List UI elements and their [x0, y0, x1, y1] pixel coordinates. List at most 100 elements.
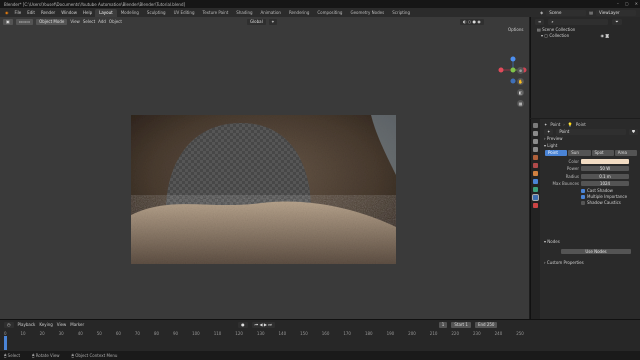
shading-modes[interactable]: ◐ ○ ● ◉ [459, 18, 484, 25]
maximize-button[interactable]: ▢ [625, 1, 629, 6]
tab-scripting[interactable]: Scripting [388, 9, 414, 17]
frame-ruler[interactable]: 0 10 20 30 40 50 60 70 80 90 100 110 120 130 140 150 160… [4, 331, 524, 336]
collapse-arrow-icon[interactable]: › [544, 260, 546, 265]
world-tab-icon[interactable] [533, 163, 538, 168]
light-type-sun[interactable]: Sun [568, 150, 591, 156]
tab-texture-paint[interactable]: Texture Paint [198, 9, 232, 17]
camera-view-icon[interactable]: ◧ [517, 89, 524, 96]
properties-panel: ✦ Point › 💡 Point ✦ Point ⛊ › Preview ▾ … [530, 119, 640, 319]
playback-controls[interactable]: ⏮ ◀ ▶ ⏭ [251, 321, 275, 328]
power-field[interactable]: 50 W [581, 166, 629, 171]
transform-orientation[interactable]: Global [246, 18, 266, 25]
perspective-grid-icon[interactable]: ▦ [517, 100, 524, 107]
checkbox-checked-icon[interactable] [581, 189, 585, 193]
add-menu[interactable]: Add [98, 19, 106, 24]
light-data-tab-icon[interactable] [532, 194, 539, 201]
light-type-area[interactable]: Area [614, 150, 637, 156]
3d-viewport[interactable]: ▣ ▭▭▭ Object Mode View Select Add Object… [0, 17, 529, 319]
checkbox-unchecked-icon[interactable] [581, 201, 585, 205]
tab-shading[interactable]: Shading [232, 9, 256, 17]
tool-tab-icon[interactable] [533, 123, 538, 128]
texture-tab-icon[interactable] [533, 203, 538, 208]
light-icon: ✦ [544, 121, 548, 127]
end-frame-field[interactable]: End 250 [474, 321, 498, 328]
physics-tab-icon[interactable] [533, 179, 538, 184]
blender-logo-icon[interactable]: ◉ [2, 8, 12, 17]
collection-row[interactable]: ▾ ▢ Collection ◉ ◙ [541, 33, 609, 39]
custom-properties-section[interactable]: › Custom Properties [544, 260, 584, 266]
tab-modeling[interactable]: Modeling [117, 9, 143, 17]
view-menu[interactable]: View [70, 19, 80, 24]
visibility-eye-icon[interactable]: ◉ [600, 33, 604, 38]
outliner-editor-icon[interactable]: ≡ [535, 19, 545, 25]
current-frame-field[interactable]: 1 [438, 321, 448, 328]
tab-sculpting[interactable]: Sculpting [143, 9, 170, 17]
expand-arrow-icon[interactable]: ▾ [541, 33, 543, 38]
light-type-spot[interactable]: Spot [591, 150, 614, 156]
expand-arrow-icon[interactable]: ▾ [544, 239, 546, 244]
frame-tick-label: 170 [343, 331, 351, 336]
menu-render[interactable]: Render [38, 8, 58, 17]
zoom-icon[interactable]: ⊕ [517, 67, 524, 74]
mode-dropdown[interactable]: Object Mode [36, 18, 68, 25]
max-bounces-label: Max Bounces [552, 181, 579, 186]
marker-menu[interactable]: Marker [70, 322, 84, 327]
select-mode-icons[interactable]: ▭▭▭ [15, 18, 34, 25]
record-icon[interactable]: ● [238, 321, 248, 328]
object-menu[interactable]: Object [109, 19, 122, 24]
menu-help[interactable]: Help [80, 8, 95, 17]
minimize-button[interactable]: – [617, 1, 619, 6]
menu-window[interactable]: Window [58, 8, 80, 17]
max-bounces-field[interactable]: 1024 [581, 181, 629, 186]
tab-geometry-nodes[interactable]: Geometry Nodes [346, 9, 388, 17]
view-layer-tab-icon[interactable] [533, 147, 538, 152]
properties-tabs [531, 119, 540, 319]
menu-edit[interactable]: Edit [24, 8, 38, 17]
light-datablock-field[interactable]: Point [556, 128, 626, 135]
editor-type-icon[interactable]: ▣ [3, 18, 13, 25]
close-button[interactable]: ✕ [635, 1, 638, 6]
preview-section[interactable]: › Preview [544, 136, 562, 142]
pan-hand-icon[interactable]: ✋ [517, 78, 524, 85]
checkbox-checked-icon[interactable] [581, 195, 585, 199]
light-type-point[interactable]: Point [545, 150, 568, 156]
tab-rendering[interactable]: Rendering [285, 9, 313, 17]
constraints-tab-icon[interactable] [533, 187, 538, 192]
keying-menu[interactable]: Keying [39, 322, 52, 327]
light-color-swatch[interactable] [581, 159, 629, 164]
select-menu[interactable]: Select [83, 19, 95, 24]
nodes-section[interactable]: ▾ Nodes [544, 239, 560, 245]
camera-render-view [131, 115, 396, 264]
tab-animation[interactable]: Animation [257, 9, 285, 17]
radius-field[interactable]: 0.1 m [581, 174, 629, 179]
use-nodes-button[interactable]: Use Nodes [561, 249, 631, 254]
tab-uv-editing[interactable]: UV Editing [170, 9, 199, 17]
output-tab-icon[interactable] [533, 139, 538, 144]
datablock-icon[interactable]: ✦ [544, 128, 554, 135]
scene-selector[interactable]: Scene [546, 9, 587, 16]
start-frame-field[interactable]: Start 1 [451, 321, 471, 328]
frame-tick-label: 190 [386, 331, 395, 336]
view-layer-selector[interactable]: ViewLayer [596, 9, 636, 16]
playback-menu[interactable]: Playback [18, 322, 36, 327]
fake-user-icon[interactable]: ⛊ [629, 128, 638, 135]
snap-icon[interactable]: ⌖ [268, 18, 277, 25]
menu-file[interactable]: File [12, 8, 25, 17]
light-section[interactable]: ▾ Light [544, 143, 557, 149]
tab-compositing[interactable]: Compositing [313, 9, 346, 17]
collapse-arrow-icon[interactable]: › [544, 136, 546, 141]
object-tab-icon[interactable] [533, 171, 538, 176]
expand-arrow-icon[interactable]: ▾ [544, 143, 546, 148]
scene-tab-icon[interactable] [533, 155, 538, 160]
filter-icon[interactable]: ⏷ [612, 19, 622, 25]
render-tab-icon[interactable] [533, 131, 538, 136]
timeline-view-menu[interactable]: View [57, 322, 67, 327]
render-camera-icon[interactable]: ◙ [605, 33, 609, 38]
outliner-search-field[interactable]: ⌕ [548, 19, 609, 25]
playhead[interactable] [4, 336, 7, 350]
timeline-editor-icon[interactable]: ◷ [4, 321, 14, 328]
options-menu[interactable]: Options [508, 27, 523, 32]
tab-layout[interactable]: Layout [95, 8, 117, 17]
radius-label: Radius [565, 174, 579, 179]
shadow-caustics-checkbox[interactable]: Shadow Caustics [581, 200, 621, 206]
